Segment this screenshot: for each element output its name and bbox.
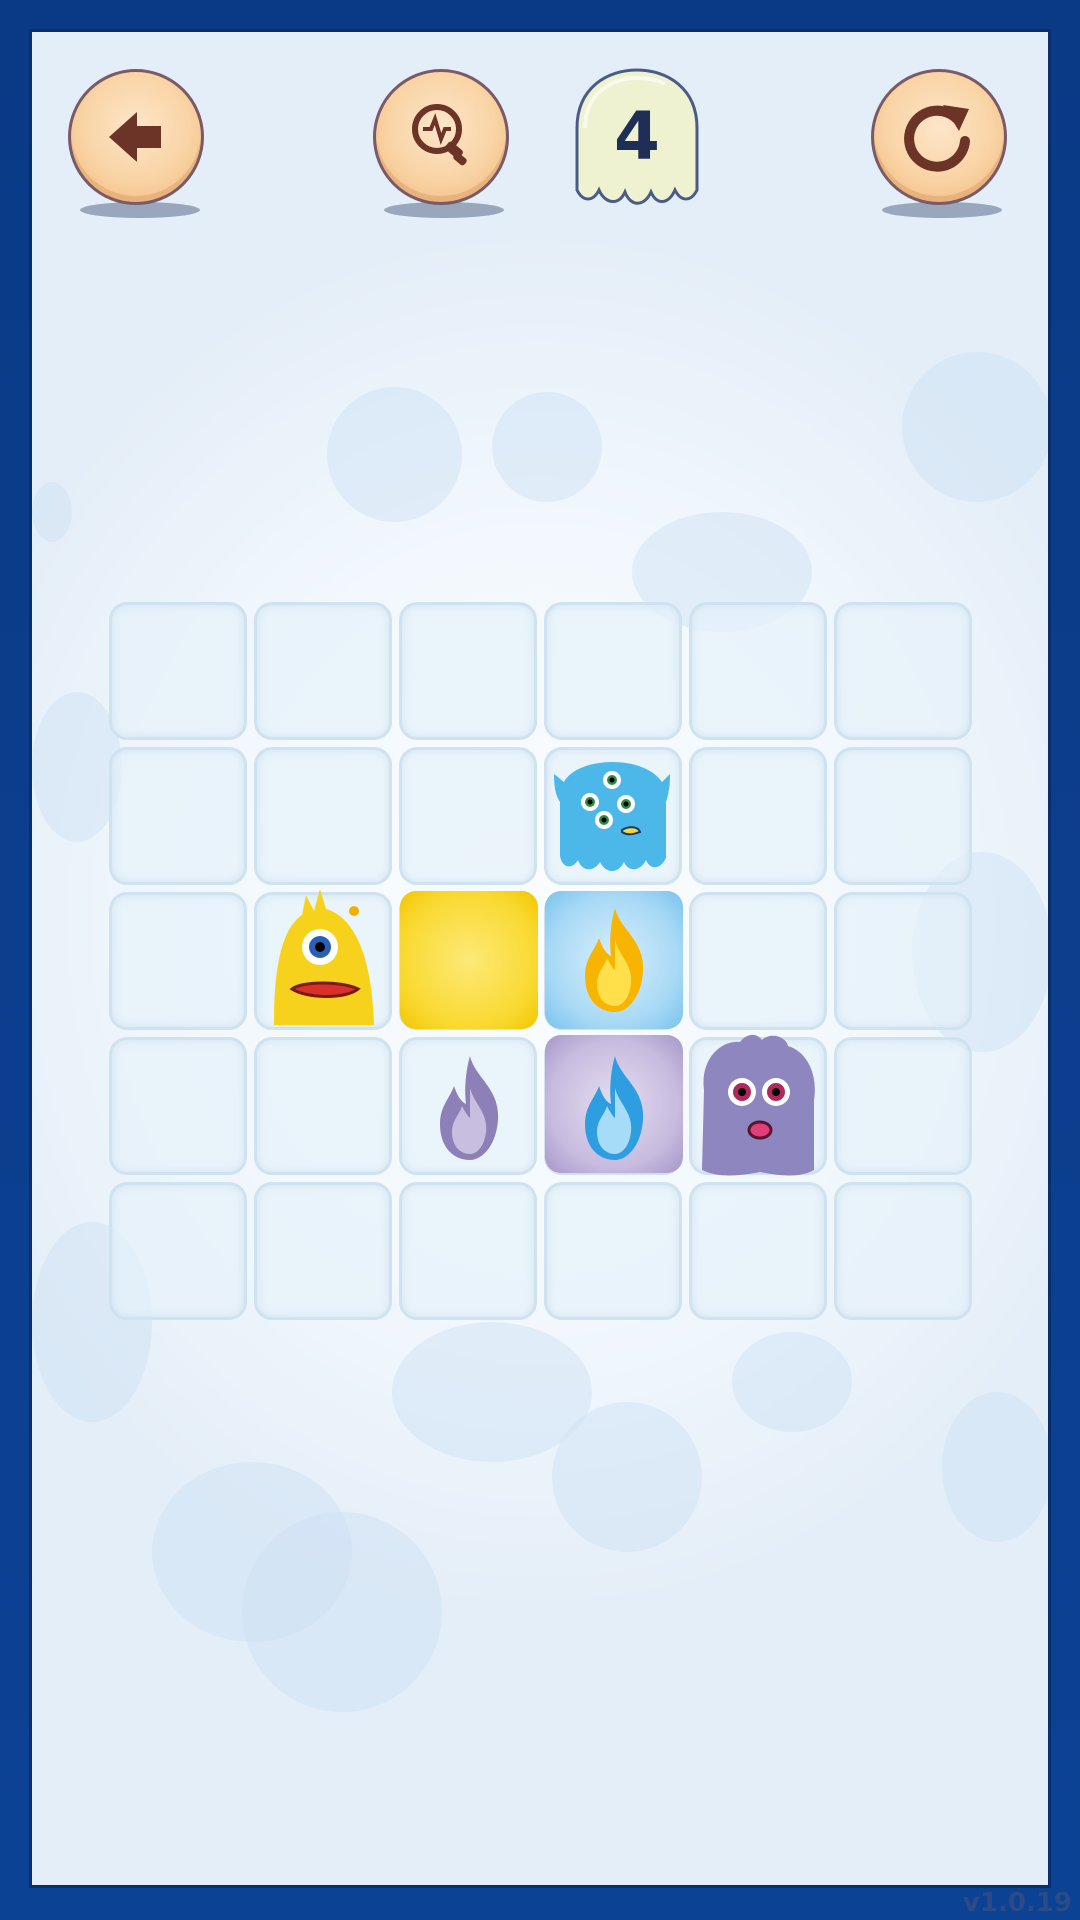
board-cell[interactable] [689, 1182, 827, 1320]
board-cell[interactable] [399, 1182, 537, 1320]
board-cell[interactable] [399, 747, 537, 885]
yellow-tile[interactable] [400, 891, 538, 1029]
board-cell[interactable] [689, 892, 827, 1030]
board-cell[interactable] [834, 1182, 972, 1320]
board-cell[interactable] [834, 602, 972, 740]
board-cell[interactable] [109, 1182, 247, 1320]
blue-flame-icon [585, 1056, 644, 1160]
yellow-monster[interactable] [262, 885, 387, 1035]
board-cell[interactable] [834, 892, 972, 1030]
board-cell[interactable] [254, 747, 392, 885]
board-cell[interactable] [834, 747, 972, 885]
board-cell[interactable] [109, 1037, 247, 1175]
version-label: v1.0.19 [962, 1888, 1072, 1918]
board-cell[interactable] [544, 602, 682, 740]
board-cell[interactable] [689, 602, 827, 740]
board-cell[interactable] [399, 602, 537, 740]
board-cell[interactable] [254, 1182, 392, 1320]
back-arrow-icon [109, 112, 161, 162]
board-cell[interactable] [834, 1037, 972, 1175]
board-cell[interactable] [254, 602, 392, 740]
restart-icon [904, 105, 970, 172]
blue-monster[interactable] [550, 752, 675, 880]
board-cell[interactable] [109, 747, 247, 885]
purple-flame-icon[interactable] [420, 1048, 520, 1168]
moves-count: 4 [614, 98, 660, 175]
lightbulb-hint-icon [412, 104, 467, 166]
restart-button[interactable] [871, 69, 1007, 205]
board-cell[interactable] [544, 1182, 682, 1320]
back-button[interactable] [68, 69, 204, 205]
board-cell[interactable] [109, 602, 247, 740]
board-cell[interactable] [109, 892, 247, 1030]
moves-counter-badge: 4 [567, 68, 707, 212]
purple-monster[interactable] [690, 1030, 825, 1180]
hint-button[interactable] [373, 69, 509, 205]
yellow-flame-icon [585, 908, 644, 1012]
board-cell[interactable] [254, 1037, 392, 1175]
board-cell[interactable] [689, 747, 827, 885]
